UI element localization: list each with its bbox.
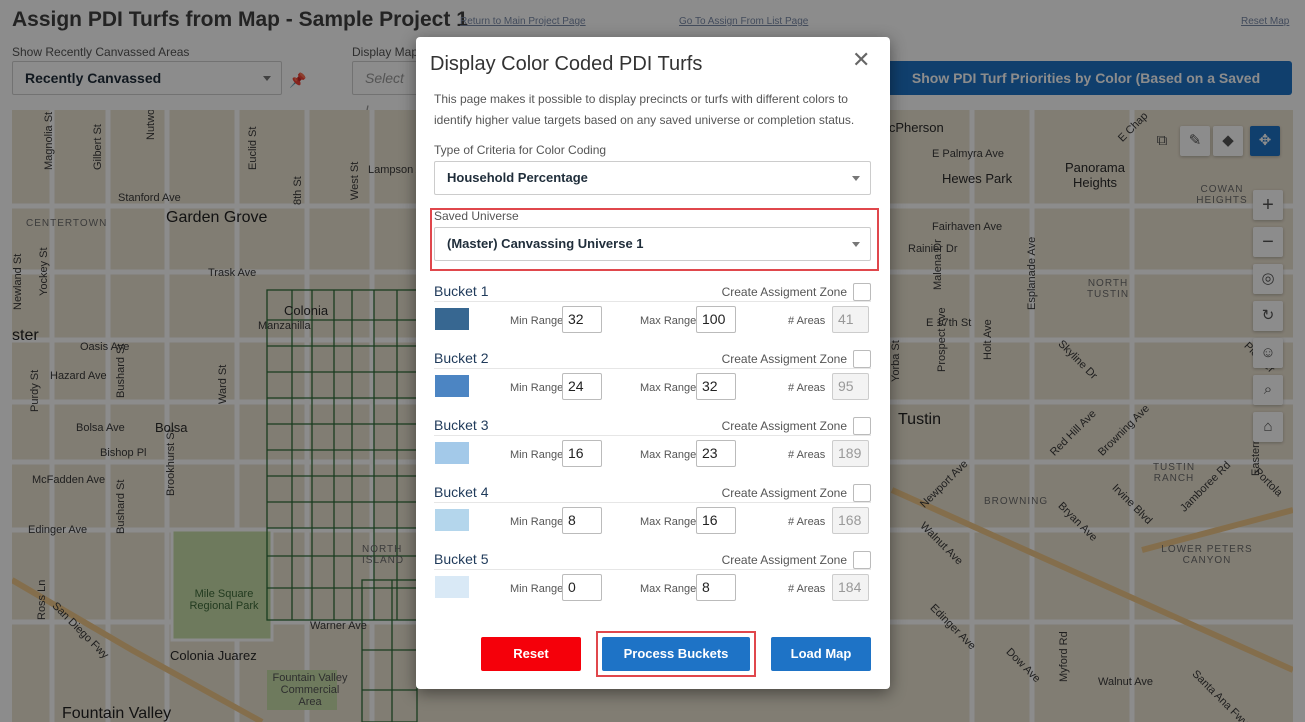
bucket-title: Bucket 1 (434, 283, 489, 299)
max-input[interactable]: 8 (696, 574, 736, 601)
max-label: Max Range (640, 315, 697, 327)
color-swatch[interactable] (435, 509, 469, 531)
criteria-select[interactable]: Household Percentage (434, 161, 871, 195)
zone-label: Create Assigment Zone (721, 285, 847, 299)
divider (434, 502, 871, 503)
max-input[interactable]: 23 (696, 440, 736, 467)
min-input[interactable]: 24 (562, 373, 602, 400)
areas-label: # Areas (788, 516, 826, 528)
areas-input: 189 (832, 440, 869, 467)
zone-checkbox[interactable] (853, 484, 871, 502)
max-label: Max Range (640, 449, 697, 461)
close-icon[interactable]: ✕ (852, 47, 870, 73)
divider (434, 368, 871, 369)
bucket-row: Bucket 2 Create Assigment Zone Min Range… (434, 350, 871, 417)
color-swatch[interactable] (435, 375, 469, 397)
zone-label: Create Assigment Zone (721, 553, 847, 567)
areas-input: 168 (832, 507, 869, 534)
max-label: Max Range (640, 583, 697, 595)
reset-button[interactable]: Reset (481, 637, 581, 671)
min-label: Min Range (510, 382, 564, 394)
min-input[interactable]: 0 (562, 574, 602, 601)
modal-description: This page makes it possible to display p… (434, 92, 855, 127)
min-label: Min Range (510, 449, 564, 461)
zone-checkbox[interactable] (853, 417, 871, 435)
zone-label: Create Assigment Zone (721, 486, 847, 500)
min-label: Min Range (510, 315, 564, 327)
color-swatch[interactable] (435, 442, 469, 464)
universe-select-value: (Master) Canvassing Universe 1 (447, 236, 644, 251)
divider (434, 435, 871, 436)
zone-checkbox[interactable] (853, 283, 871, 301)
bucket-row: Bucket 5 Create Assigment Zone Min Range… (434, 551, 871, 618)
zone-checkbox[interactable] (853, 350, 871, 368)
min-input[interactable]: 8 (562, 507, 602, 534)
areas-label: # Areas (788, 449, 826, 461)
areas-label: # Areas (788, 315, 826, 327)
areas-input: 41 (832, 306, 869, 333)
bucket-row: Bucket 1 Create Assigment Zone Min Range… (434, 283, 871, 350)
universe-label: Saved Universe (434, 209, 519, 223)
criteria-select-value: Household Percentage (447, 170, 588, 185)
min-label: Min Range (510, 516, 564, 528)
chevron-down-icon (852, 176, 860, 181)
max-input[interactable]: 16 (696, 507, 736, 534)
process-buckets-button[interactable]: Process Buckets (602, 637, 750, 671)
max-input[interactable]: 100 (696, 306, 736, 333)
chevron-down-icon (852, 242, 860, 247)
bucket-title: Bucket 2 (434, 350, 489, 366)
min-input[interactable]: 16 (562, 440, 602, 467)
load-map-button[interactable]: Load Map (771, 637, 871, 671)
zone-label: Create Assigment Zone (721, 352, 847, 366)
bucket-title: Bucket 4 (434, 484, 489, 500)
universe-select[interactable]: (Master) Canvassing Universe 1 (434, 227, 871, 261)
max-label: Max Range (640, 382, 697, 394)
color-coded-turfs-modal: Display Color Coded PDI Turfs ✕ This pag… (416, 37, 890, 689)
areas-input: 184 (832, 574, 869, 601)
areas-label: # Areas (788, 382, 826, 394)
bucket-title: Bucket 3 (434, 417, 489, 433)
divider (434, 301, 871, 302)
zone-label: Create Assigment Zone (721, 419, 847, 433)
areas-input: 95 (832, 373, 869, 400)
min-input[interactable]: 32 (562, 306, 602, 333)
max-input[interactable]: 32 (696, 373, 736, 400)
zone-checkbox[interactable] (853, 551, 871, 569)
max-label: Max Range (640, 516, 697, 528)
modal-title: Display Color Coded PDI Turfs (430, 53, 703, 75)
divider (434, 569, 871, 570)
color-swatch[interactable] (435, 576, 469, 598)
bucket-row: Bucket 4 Create Assigment Zone Min Range… (434, 484, 871, 551)
bucket-row: Bucket 3 Create Assigment Zone Min Range… (434, 417, 871, 484)
color-swatch[interactable] (435, 308, 469, 330)
min-label: Min Range (510, 583, 564, 595)
bucket-title: Bucket 5 (434, 551, 489, 567)
criteria-label: Type of Criteria for Color Coding (434, 143, 607, 157)
areas-label: # Areas (788, 583, 826, 595)
